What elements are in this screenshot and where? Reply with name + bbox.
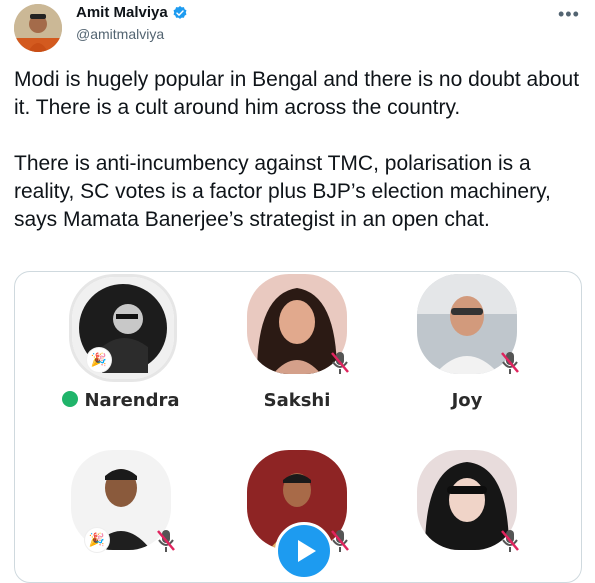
speaker-label: Narendra bbox=[51, 390, 191, 411]
media-card[interactable]: 🎉 Narendra Sakshi Joy 🎉 bbox=[14, 271, 582, 583]
play-button[interactable] bbox=[275, 522, 333, 580]
tweet-paragraph: There is anti-incumbency against TMC, po… bbox=[14, 152, 551, 231]
muted-mic-icon bbox=[501, 352, 519, 374]
speaker-label: Sakshi bbox=[263, 390, 331, 411]
speaker-badge: 🎉 bbox=[87, 348, 111, 372]
verified-badge-icon bbox=[173, 5, 187, 19]
muted-mic-icon bbox=[331, 352, 349, 374]
author-handle[interactable]: @amitmalviya bbox=[76, 26, 164, 42]
speaker-label: Joy bbox=[451, 390, 483, 411]
author-name-row[interactable]: Amit Malviya bbox=[76, 4, 188, 21]
speaker-avatar bbox=[69, 274, 177, 382]
more-options-icon[interactable]: ••• bbox=[558, 4, 580, 25]
author-avatar[interactable] bbox=[14, 4, 62, 52]
moderator-icon bbox=[62, 391, 79, 407]
play-icon bbox=[298, 540, 316, 562]
muted-mic-icon bbox=[501, 530, 519, 552]
speaker-badge: 🎉 bbox=[85, 528, 109, 552]
muted-mic-icon bbox=[157, 530, 175, 552]
author-name[interactable]: Amit Malviya bbox=[76, 4, 168, 21]
tweet-text: Modi is hugely popular in Bengal and the… bbox=[14, 66, 580, 234]
speaker-name: Narendra bbox=[84, 390, 180, 411]
tweet-paragraph: Modi is hugely popular in Bengal and the… bbox=[14, 68, 580, 119]
